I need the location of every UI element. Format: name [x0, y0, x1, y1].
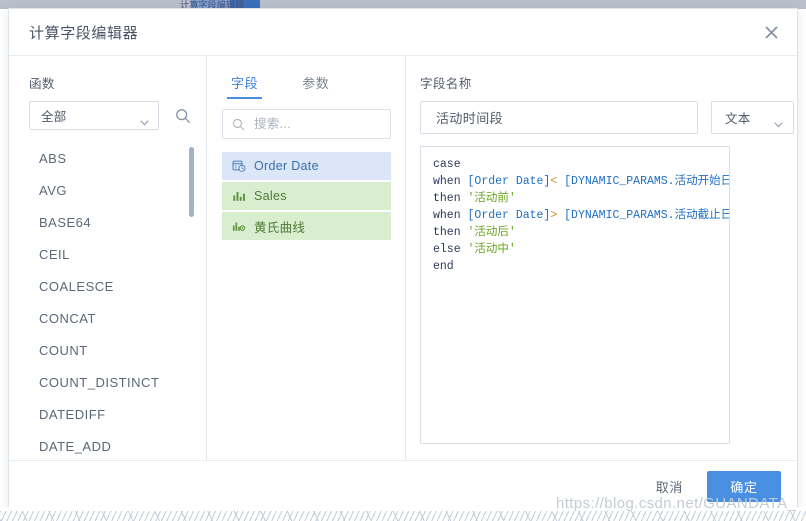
- formula-token: '活动中': [467, 243, 516, 256]
- formula-expression: case when [Order Date]< [DYNAMIC_PARAMS.活…: [433, 156, 729, 275]
- function-item[interactable]: ABS: [9, 143, 206, 175]
- formula-line: then '活动前': [433, 190, 729, 207]
- formula-token: when: [433, 209, 468, 222]
- dialog-header: 计算字段编辑器: [9, 9, 797, 56]
- page-root: 计算字段编辑器 计算字段编辑器 函数 全部 ABS AVG BASE64 CEI…: [0, 0, 806, 521]
- calculated-field-editor-dialog: 计算字段编辑器 函数 全部 ABS AVG BASE64 CEIL COALES…: [8, 8, 798, 513]
- field-type-select[interactable]: 文本: [711, 101, 794, 134]
- background-tab-title: 计算字段编辑器: [180, 0, 245, 8]
- function-list-container: ABS AVG BASE64 CEIL COALESCE CONCAT COUNT COUNT…: [9, 143, 206, 460]
- search-icon: [232, 118, 245, 131]
- function-item[interactable]: COUNT_DISTINCT: [9, 367, 206, 399]
- field-name-input-wrapper[interactable]: [420, 101, 698, 134]
- cancel-button[interactable]: 取消: [644, 471, 695, 502]
- formula-token: [Order Date]: [467, 209, 551, 222]
- formula-token: [DYNAMIC_PARAMS.活动开始日期]: [564, 175, 729, 188]
- function-item[interactable]: COUNT: [9, 335, 206, 367]
- function-list-scrollbar[interactable]: [189, 147, 194, 217]
- fields-tabs: 字段 参数: [226, 68, 405, 99]
- formula-line: end: [433, 258, 729, 275]
- field-name-input[interactable]: [434, 109, 688, 126]
- function-item[interactable]: DATEDIFF: [9, 399, 206, 431]
- formula-line: when [Order Date]< [DYNAMIC_PARAMS.活动开始日…: [433, 173, 729, 190]
- functions-controls: 全部: [29, 101, 206, 130]
- tab-parameters[interactable]: 参数: [300, 68, 331, 99]
- function-item[interactable]: DATE_ADD: [9, 431, 206, 460]
- fields-panel: 字段 参数 Order Date Sales 黄氏曲线: [207, 56, 406, 460]
- formula-token: when: [433, 175, 468, 188]
- function-category-select[interactable]: 全部: [29, 101, 159, 130]
- function-item[interactable]: CONCAT: [9, 303, 206, 335]
- field-name-row: 文本: [420, 101, 797, 134]
- function-item[interactable]: CEIL: [9, 239, 206, 271]
- function-item[interactable]: COALESCE: [9, 271, 206, 303]
- chevron-down-icon: [140, 113, 149, 131]
- function-search-icon[interactable]: [173, 106, 193, 126]
- background-bottom: [0, 507, 806, 521]
- field-search[interactable]: [222, 109, 391, 139]
- bar-chart-gear-icon: [231, 219, 246, 234]
- field-list: Order Date Sales 黄氏曲线: [222, 152, 391, 242]
- field-item-label: Sales: [254, 189, 287, 203]
- field-item-label: 黄氏曲线: [254, 220, 306, 235]
- field-name-label: 字段名称: [420, 77, 472, 91]
- field-list-item[interactable]: 黄氏曲线: [222, 212, 391, 240]
- chevron-down-icon: [774, 115, 783, 133]
- calendar-date-icon: [231, 159, 246, 174]
- functions-label: 函数: [29, 77, 55, 91]
- formula-token: then: [433, 192, 468, 205]
- formula-line: then '活动后': [433, 224, 729, 241]
- formula-token: else: [433, 243, 468, 256]
- formula-editor[interactable]: case when [Order Date]< [DYNAMIC_PARAMS.活…: [420, 146, 730, 444]
- function-item[interactable]: BASE64: [9, 207, 206, 239]
- dialog-body: 函数 全部 ABS AVG BASE64 CEIL COALESCE CONCA…: [9, 56, 797, 460]
- formula-token: case: [433, 158, 461, 171]
- tab-fields[interactable]: 字段: [226, 68, 263, 99]
- function-category-value: 全部: [41, 110, 67, 124]
- formula-token: [DYNAMIC_PARAMS.活动截止日期]: [564, 209, 729, 222]
- formula-line: when [Order Date]> [DYNAMIC_PARAMS.活动截止日…: [433, 207, 729, 224]
- close-icon[interactable]: [757, 18, 785, 46]
- field-item-label: Order Date: [254, 159, 319, 173]
- field-search-input[interactable]: [252, 116, 376, 132]
- formula-panel: 字段名称 文本 casewhen [O: [406, 56, 797, 460]
- field-list-item[interactable]: Order Date: [222, 152, 391, 180]
- bar-chart-icon: [231, 189, 246, 204]
- field-type-value: 文本: [725, 112, 751, 126]
- formula-token: end: [433, 260, 454, 273]
- formula-line: else '活动中': [433, 241, 729, 258]
- formula-token: [Order Date]: [467, 175, 551, 188]
- dialog-footer: 取消 确定: [9, 460, 797, 512]
- functions-panel: 函数 全部 ABS AVG BASE64 CEIL COALESCE CONCA…: [9, 56, 207, 460]
- dialog-title: 计算字段编辑器: [29, 24, 139, 42]
- field-list-item[interactable]: Sales: [222, 182, 391, 210]
- function-list: ABS AVG BASE64 CEIL COALESCE CONCAT COUNT COUNT…: [9, 143, 206, 460]
- formula-token: '活动前': [467, 192, 516, 205]
- formula-token: then: [433, 226, 468, 239]
- formula-token: '活动后': [467, 226, 516, 239]
- function-item[interactable]: AVG: [9, 175, 206, 207]
- confirm-button[interactable]: 确定: [707, 471, 781, 502]
- background-pattern: [0, 511, 806, 521]
- formula-line: case: [433, 156, 729, 173]
